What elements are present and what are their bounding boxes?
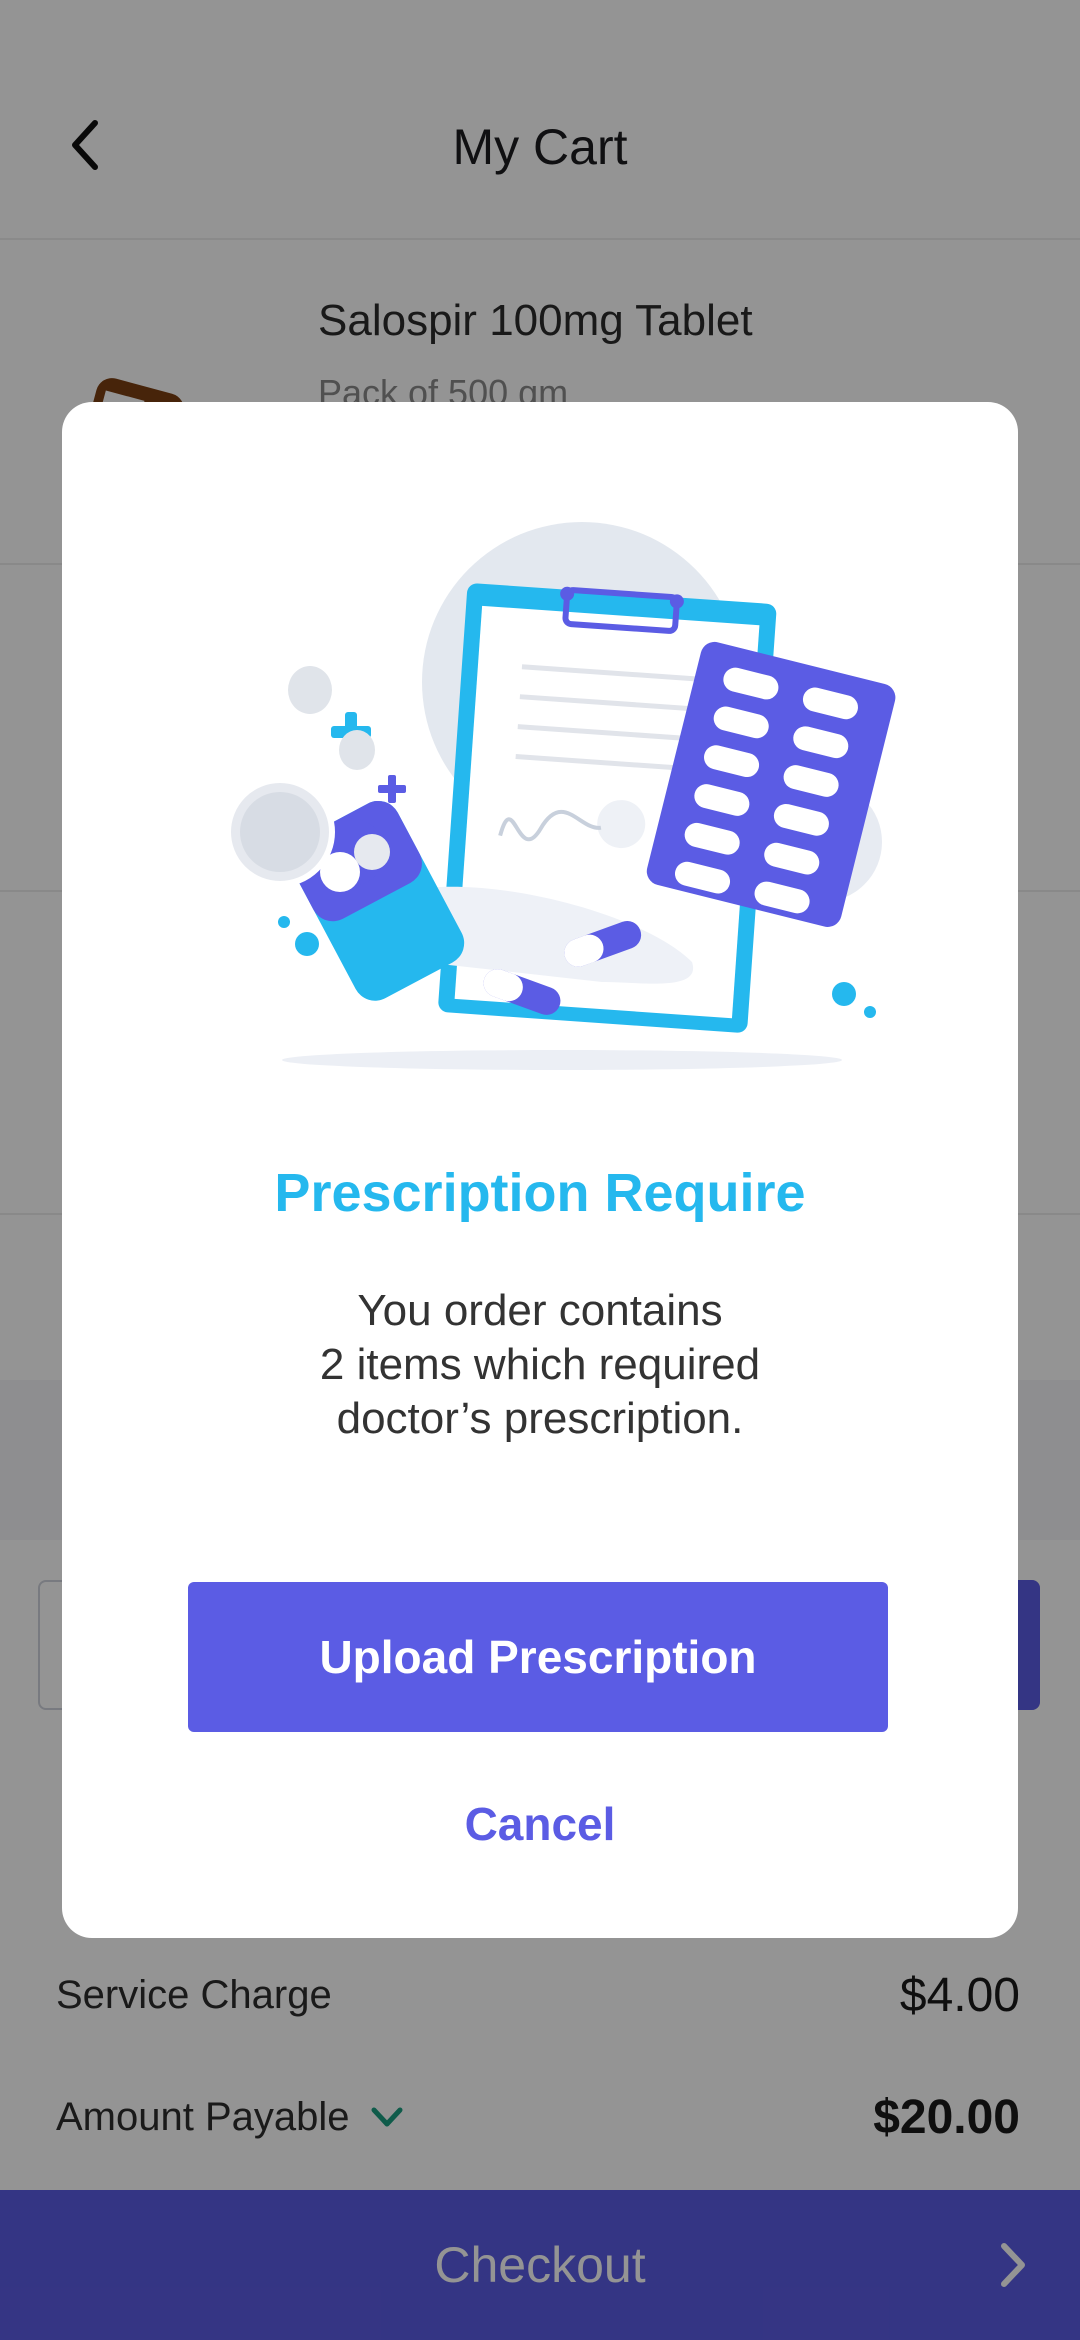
prescription-dialog: Prescription Require You order contains …	[62, 402, 1018, 1938]
dialog-message-line: You order contains	[357, 1286, 723, 1335]
dialog-message-line: 2 items which required	[319, 1340, 761, 1389]
upload-prescription-button[interactable]: Upload Prescription	[188, 1582, 888, 1732]
dialog-message: You order contains 2 items which require…	[182, 1284, 898, 1446]
dialog-message-line: doctor’s prescription.	[336, 1394, 744, 1443]
dialog-title: Prescription Require	[274, 1163, 806, 1223]
prescription-illustration	[225, 522, 896, 1070]
cancel-button[interactable]: Cancel	[62, 1797, 1018, 1851]
